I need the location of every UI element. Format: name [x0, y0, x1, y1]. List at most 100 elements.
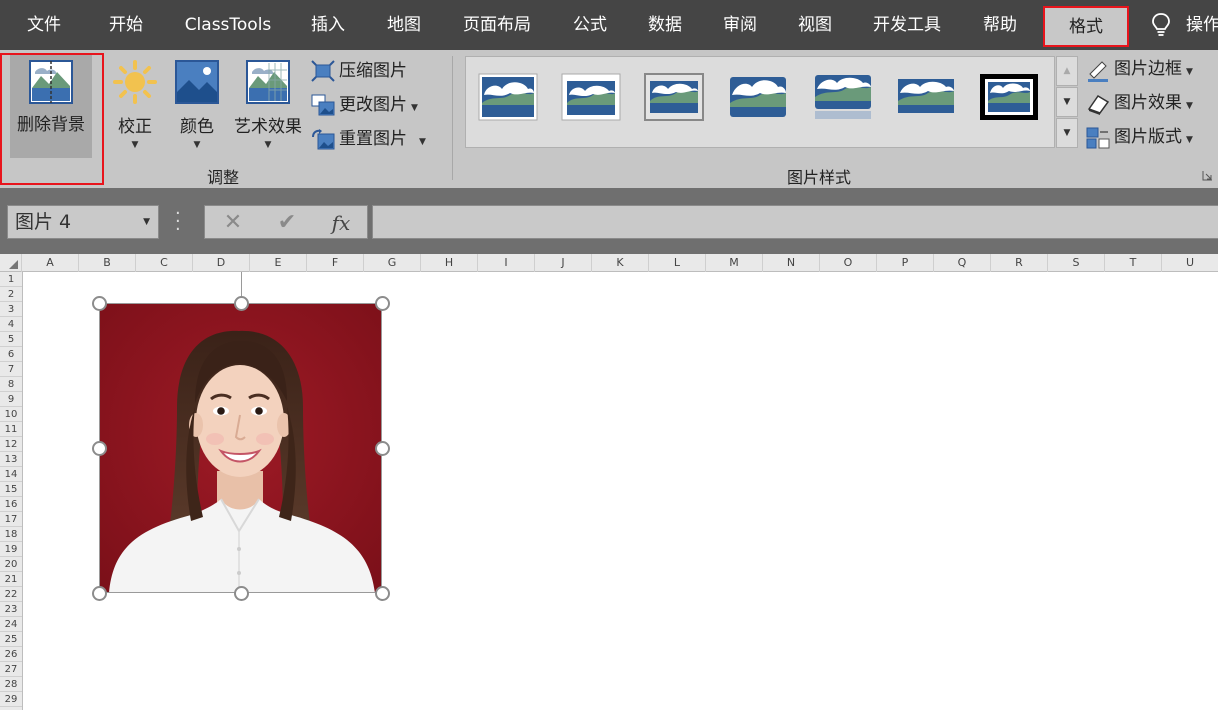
row-header[interactable]: 1 — [0, 272, 22, 287]
picture-layout-button[interactable]: 图片版式 ▼ — [1086, 124, 1214, 150]
picture-border-button[interactable]: 图片边框 ▼ — [1086, 56, 1214, 82]
gallery-more-button[interactable]: ▼ — [1056, 118, 1078, 148]
row-header[interactable]: 9 — [0, 392, 22, 407]
lightbulb-icon[interactable] — [1150, 12, 1172, 38]
column-header[interactable]: C — [136, 254, 193, 272]
row-header[interactable]: 14 — [0, 467, 22, 482]
insert-function-button[interactable]: fx — [321, 208, 361, 238]
cancel-icon[interactable]: ✕ — [213, 208, 253, 238]
resize-handle-top-right[interactable] — [375, 296, 390, 311]
dialog-launcher-icon[interactable] — [1202, 170, 1213, 181]
row-header[interactable]: 3 — [0, 302, 22, 317]
rotate-handle[interactable] — [234, 296, 249, 311]
column-header[interactable]: E — [250, 254, 307, 272]
row-header[interactable]: 6 — [0, 347, 22, 362]
row-header[interactable]: 12 — [0, 437, 22, 452]
column-header[interactable]: G — [364, 254, 421, 272]
tab-tell-me[interactable]: 操作 — [1186, 0, 1218, 50]
tab-help[interactable]: 帮助 — [970, 0, 1030, 50]
row-header[interactable]: 23 — [0, 602, 22, 617]
column-header[interactable]: B — [79, 254, 136, 272]
row-header[interactable]: 20 — [0, 557, 22, 572]
more-options-icon[interactable]: · · · — [175, 205, 181, 239]
resize-handle-bottom-left[interactable] — [92, 586, 107, 601]
row-header[interactable]: 5 — [0, 332, 22, 347]
picture-style-thumbnail[interactable] — [644, 73, 704, 121]
row-header[interactable]: 13 — [0, 452, 22, 467]
artistic-effects-button[interactable]: 艺术效果 ▼ — [230, 54, 306, 158]
column-header[interactable]: P — [877, 254, 934, 272]
tab-formulas[interactable]: 公式 — [560, 0, 620, 50]
tab-file[interactable]: 文件 — [14, 0, 74, 50]
column-header[interactable]: D — [193, 254, 250, 272]
resize-handle-bottom-right[interactable] — [375, 586, 390, 601]
reset-picture-button[interactable]: 重置图片 ▼ — [311, 126, 441, 152]
row-header[interactable]: 16 — [0, 497, 22, 512]
tab-review[interactable]: 审阅 — [710, 0, 770, 50]
tab-format[interactable]: 格式 — [1043, 6, 1129, 47]
change-picture-button[interactable]: 更改图片 ▼ — [311, 92, 441, 118]
row-header[interactable]: 21 — [0, 572, 22, 587]
row-header[interactable]: 11 — [0, 422, 22, 437]
picture-style-thumbnail[interactable] — [728, 73, 788, 121]
column-header[interactable]: O — [820, 254, 877, 272]
column-header[interactable]: A — [22, 254, 79, 272]
column-header[interactable]: M — [706, 254, 763, 272]
picture-style-thumbnail[interactable] — [813, 73, 873, 121]
gallery-scroll-up-button[interactable]: ▲ — [1056, 56, 1078, 86]
tab-insert[interactable]: 插入 — [298, 0, 358, 50]
row-header[interactable]: 28 — [0, 677, 22, 692]
row-header[interactable]: 27 — [0, 662, 22, 677]
column-header[interactable]: S — [1048, 254, 1105, 272]
row-header[interactable]: 10 — [0, 407, 22, 422]
picture-style-thumbnail[interactable] — [896, 73, 956, 121]
row-header[interactable]: 22 — [0, 587, 22, 602]
column-header[interactable]: R — [991, 254, 1048, 272]
row-header[interactable]: 19 — [0, 542, 22, 557]
tab-page-layout[interactable]: 页面布局 — [452, 0, 542, 50]
column-header[interactable]: N — [763, 254, 820, 272]
row-header[interactable]: 25 — [0, 632, 22, 647]
row-header[interactable]: 26 — [0, 647, 22, 662]
resize-handle-left[interactable] — [92, 441, 107, 456]
resize-handle-bottom[interactable] — [234, 586, 249, 601]
tab-developer[interactable]: 开发工具 — [862, 0, 952, 50]
tab-classtools[interactable]: ClassTools — [178, 0, 278, 50]
column-header[interactable]: I — [478, 254, 535, 272]
column-header[interactable]: J — [535, 254, 592, 272]
chevron-down-icon[interactable]: ▼ — [143, 206, 150, 238]
corrections-button[interactable]: 校正 ▼ — [108, 54, 162, 158]
column-header[interactable]: F — [307, 254, 364, 272]
column-header[interactable]: Q — [934, 254, 991, 272]
compress-pictures-button[interactable]: 压缩图片 — [311, 58, 441, 84]
column-header[interactable]: L — [649, 254, 706, 272]
column-header[interactable]: H — [421, 254, 478, 272]
picture-effects-button[interactable]: 图片效果 ▼ — [1086, 90, 1214, 116]
column-header[interactable]: U — [1162, 254, 1218, 272]
enter-check-icon[interactable]: ✔ — [267, 208, 307, 238]
tab-map[interactable]: 地图 — [374, 0, 434, 50]
formula-input[interactable] — [372, 205, 1218, 239]
row-header[interactable]: 7 — [0, 362, 22, 377]
resize-handle-right[interactable] — [375, 441, 390, 456]
picture-style-thumbnail[interactable] — [478, 73, 538, 121]
row-header[interactable]: 29 — [0, 692, 22, 707]
resize-handle-top-left[interactable] — [92, 296, 107, 311]
column-header[interactable]: T — [1105, 254, 1162, 272]
row-header[interactable]: 4 — [0, 317, 22, 332]
row-header[interactable]: 8 — [0, 377, 22, 392]
row-header[interactable]: 24 — [0, 617, 22, 632]
column-header[interactable]: K — [592, 254, 649, 272]
select-all-button[interactable] — [0, 254, 22, 272]
tab-home[interactable]: 开始 — [96, 0, 156, 50]
name-box[interactable]: 图片 4 ▼ — [7, 205, 159, 239]
picture-style-thumbnail[interactable] — [979, 73, 1039, 121]
tab-data[interactable]: 数据 — [635, 0, 695, 50]
color-button[interactable]: 颜色 ▼ — [170, 54, 224, 158]
gallery-scroll-down-button[interactable]: ▼ — [1056, 87, 1078, 117]
row-header[interactable]: 15 — [0, 482, 22, 497]
picture-style-thumbnail[interactable] — [561, 73, 621, 121]
row-header[interactable]: 17 — [0, 512, 22, 527]
row-header[interactable]: 18 — [0, 527, 22, 542]
tab-view[interactable]: 视图 — [785, 0, 845, 50]
